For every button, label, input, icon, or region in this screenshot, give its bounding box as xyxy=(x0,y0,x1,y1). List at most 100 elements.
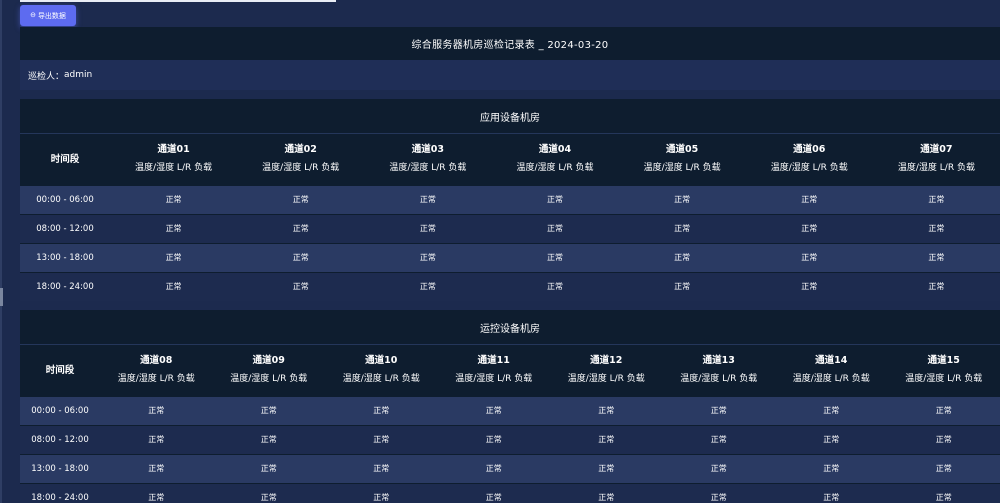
channel-header: 通道14 温度/湿度 L/R 负载 xyxy=(792,355,870,385)
status-cell: 正常 xyxy=(110,271,238,301)
inspection-table: 时间段 通道01 温度/湿度 L/R 负载 通道02 温度/湿度 L/R 负载 通道… xyxy=(20,134,1000,301)
status-cell: 正常 xyxy=(100,453,213,483)
status-cell: 正常 xyxy=(872,242,1000,272)
status-cell: 正常 xyxy=(100,424,213,454)
status-cell: 正常 xyxy=(887,482,1000,503)
status-cell: 正常 xyxy=(775,482,888,503)
status-cell: 正常 xyxy=(872,184,1000,214)
status-cell: 正常 xyxy=(550,395,663,425)
export-button-label: 导出数据 xyxy=(37,11,66,20)
channel-header: 通道05 温度/湿度 L/R 负载 xyxy=(643,144,721,174)
channel-header: 通道08 温度/湿度 L/R 负载 xyxy=(117,355,195,385)
status-cell: 正常 xyxy=(100,482,213,503)
table-row: 18:00 - 24:00 正常 正常 正常 正常 正常 正常 正常 xyxy=(20,271,1000,301)
status-cell: 正常 xyxy=(491,184,619,214)
status-cell: 正常 xyxy=(618,213,746,243)
inspector-bar: 巡检人： admin xyxy=(20,60,1000,90)
status-cell: 正常 xyxy=(437,482,550,503)
status-cell: 正常 xyxy=(364,242,492,272)
status-cell: 正常 xyxy=(550,453,663,483)
status-cell: 正常 xyxy=(364,213,492,243)
time-cell: 00:00 - 06:00 xyxy=(20,184,110,214)
status-cell: 正常 xyxy=(212,482,325,503)
status-cell: 正常 xyxy=(745,242,873,272)
status-cell: 正常 xyxy=(237,184,365,214)
time-cell: 00:00 - 06:00 xyxy=(20,395,100,425)
status-cell: 正常 xyxy=(437,424,550,454)
status-cell: 正常 xyxy=(491,271,619,301)
channel-header: 通道07 温度/湿度 L/R 负载 xyxy=(897,144,975,174)
status-cell: 正常 xyxy=(212,424,325,454)
left-edge xyxy=(0,0,2,503)
status-cell: 正常 xyxy=(325,453,438,483)
status-cell: 正常 xyxy=(237,271,365,301)
status-cell: 正常 xyxy=(110,184,238,214)
status-cell: 正常 xyxy=(775,395,888,425)
inspector-name: admin xyxy=(64,70,93,80)
report-title: 综合服务器机房巡检记录表 _ 2024-03-20 xyxy=(20,27,1000,60)
export-icon: ⊖ xyxy=(30,11,36,19)
time-cell: 08:00 - 12:00 xyxy=(20,213,110,243)
time-cell: 08:00 - 12:00 xyxy=(20,424,100,454)
status-cell: 正常 xyxy=(618,242,746,272)
status-cell: 正常 xyxy=(745,213,873,243)
status-cell: 正常 xyxy=(887,395,1000,425)
status-cell: 正常 xyxy=(491,242,619,272)
channel-header: 通道13 温度/湿度 L/R 负载 xyxy=(680,355,758,385)
section-application-room: 应用设备机房 时间段 通道01 温度/湿度 L/R 负载 通道02 温度/湿度 L/… xyxy=(20,99,1000,301)
channel-header: 通道09 温度/湿度 L/R 负载 xyxy=(230,355,308,385)
status-cell: 正常 xyxy=(100,395,213,425)
status-cell: 正常 xyxy=(325,395,438,425)
channel-header: 通道04 温度/湿度 L/R 负载 xyxy=(516,144,594,174)
status-cell: 正常 xyxy=(437,395,550,425)
channel-header: 通道02 温度/湿度 L/R 负载 xyxy=(262,144,340,174)
status-cell: 正常 xyxy=(325,424,438,454)
status-cell: 正常 xyxy=(662,453,775,483)
status-cell: 正常 xyxy=(662,395,775,425)
status-cell: 正常 xyxy=(212,453,325,483)
status-cell: 正常 xyxy=(745,271,873,301)
status-cell: 正常 xyxy=(887,453,1000,483)
status-cell: 正常 xyxy=(662,482,775,503)
table-row: 00:00 - 06:00 正常 正常 正常 正常 正常 正常 正常 xyxy=(20,184,1000,214)
status-cell: 正常 xyxy=(775,424,888,454)
time-column-header: 时间段 xyxy=(45,364,75,376)
table-row: 08:00 - 12:00 正常 正常 正常 正常 正常 正常 正常 xyxy=(20,213,1000,243)
time-column-header: 时间段 xyxy=(50,153,80,165)
table-header-row: 时间段 通道01 温度/湿度 L/R 负载 通道02 温度/湿度 L/R 负载 通道… xyxy=(20,134,1000,185)
section-operations-room: 运控设备机房 时间段 通道08 温度/湿度 L/R 负载 通道09 温度/湿度 L/… xyxy=(20,310,1000,503)
status-cell: 正常 xyxy=(872,271,1000,301)
channel-header: 通道11 温度/湿度 L/R 负载 xyxy=(455,355,533,385)
top-scroll-indicator xyxy=(20,0,336,2)
status-cell: 正常 xyxy=(550,424,663,454)
channel-header: 通道03 温度/湿度 L/R 负载 xyxy=(389,144,467,174)
status-cell: 正常 xyxy=(237,242,365,272)
channel-header: 通道12 温度/湿度 L/R 负载 xyxy=(567,355,645,385)
section-title: 运控设备机房 xyxy=(20,310,1000,345)
channel-header: 通道01 温度/湿度 L/R 负载 xyxy=(135,144,213,174)
status-cell: 正常 xyxy=(887,424,1000,454)
export-button[interactable]: ⊖ 导出数据 xyxy=(20,5,76,26)
status-cell: 正常 xyxy=(110,213,238,243)
status-cell: 正常 xyxy=(872,213,1000,243)
status-cell: 正常 xyxy=(662,424,775,454)
sidebar-collapse-handle[interactable] xyxy=(0,288,3,306)
status-cell: 正常 xyxy=(110,242,238,272)
status-cell: 正常 xyxy=(618,271,746,301)
time-cell: 13:00 - 18:00 xyxy=(20,453,100,483)
status-cell: 正常 xyxy=(364,184,492,214)
status-cell: 正常 xyxy=(775,453,888,483)
table-row: 18:00 - 24:00 正常 正常 正常 正常 正常 正常 正常 正常 xyxy=(20,482,1000,503)
section-title: 应用设备机房 xyxy=(20,99,1000,134)
inspection-table: 时间段 通道08 温度/湿度 L/R 负载 通道09 温度/湿度 L/R 负载 通道… xyxy=(20,345,1000,503)
status-cell: 正常 xyxy=(550,482,663,503)
channel-header: 通道06 温度/湿度 L/R 负载 xyxy=(770,144,848,174)
table-row: 13:00 - 18:00 正常 正常 正常 正常 正常 正常 正常 正常 xyxy=(20,453,1000,483)
table-row: 00:00 - 06:00 正常 正常 正常 正常 正常 正常 正常 正常 xyxy=(20,395,1000,425)
channel-header: 通道15 温度/湿度 L/R 负载 xyxy=(905,355,983,385)
time-cell: 18:00 - 24:00 xyxy=(20,271,110,301)
table-header-row: 时间段 通道08 温度/湿度 L/R 负载 通道09 温度/湿度 L/R 负载 通道… xyxy=(20,345,1000,396)
status-cell: 正常 xyxy=(618,184,746,214)
inspector-label: 巡检人： xyxy=(28,71,65,82)
status-cell: 正常 xyxy=(437,453,550,483)
